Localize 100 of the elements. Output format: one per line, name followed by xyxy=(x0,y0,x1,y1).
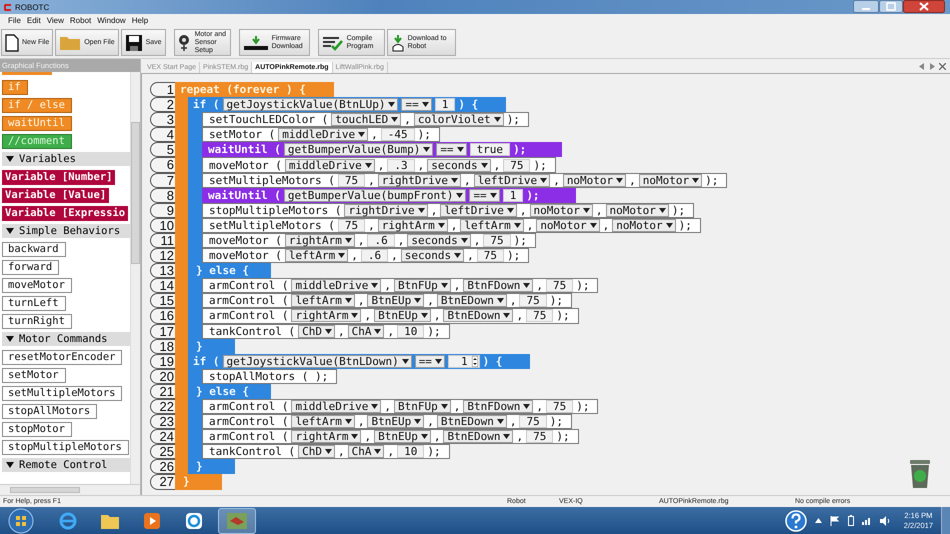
dropdown[interactable]: BtnFDown xyxy=(463,400,534,414)
number-field[interactable]: 75 xyxy=(338,174,366,187)
number-field[interactable]: 1 xyxy=(448,354,480,368)
menu-item[interactable]: Window xyxy=(97,16,126,25)
dropdown[interactable]: getBumperValue(bumpFront) xyxy=(284,188,466,202)
trash-can-icon[interactable] xyxy=(908,459,932,489)
dropdown[interactable]: middleDrive xyxy=(284,158,375,172)
scroll-left-icon[interactable] xyxy=(919,63,925,70)
dropdown[interactable]: rightArm xyxy=(291,430,362,444)
dropdown[interactable]: leftDrive xyxy=(474,174,550,187)
close-icon[interactable] xyxy=(939,63,946,70)
dropdown[interactable]: ChA xyxy=(348,445,384,458)
function-block[interactable]: stopMotor xyxy=(2,422,72,437)
menu-item[interactable]: File xyxy=(8,16,21,25)
caret-up-icon[interactable] xyxy=(814,518,822,523)
help-icon[interactable] xyxy=(784,510,807,532)
number-field[interactable]: 75 xyxy=(546,400,574,414)
speaker-icon[interactable] xyxy=(880,516,890,526)
function-block[interactable]: stopMultipleMotors xyxy=(2,440,129,455)
dropdown[interactable]: BtnEUp xyxy=(367,415,424,428)
start-button-icon[interactable] xyxy=(8,508,34,534)
category-header[interactable]: Variables xyxy=(2,152,130,166)
dropdown[interactable]: colorViolet xyxy=(414,113,504,126)
dropdown[interactable]: BtnEDown xyxy=(436,294,507,308)
number-field[interactable]: -45 xyxy=(380,128,415,142)
signal-bars-icon[interactable] xyxy=(862,516,872,525)
number-field[interactable]: 75 xyxy=(483,234,511,247)
function-block[interactable]: stopAllMotors xyxy=(2,404,98,419)
number-field[interactable]: 75 xyxy=(476,249,504,262)
dropdown[interactable]: == xyxy=(414,354,445,368)
number-field[interactable]: .3 xyxy=(387,158,415,172)
number-field[interactable]: 1 xyxy=(502,188,524,202)
menu-item[interactable]: Robot xyxy=(70,16,92,25)
dropdown[interactable]: BtnEUp xyxy=(367,294,424,308)
dropdown[interactable]: noMotor xyxy=(530,204,593,217)
function-block[interactable]: Variable [Expressio xyxy=(2,206,128,221)
number-field[interactable]: 75 xyxy=(519,294,547,308)
function-block[interactable]: Variable [Number] xyxy=(2,170,116,185)
function-block[interactable]: moveMotor xyxy=(2,278,72,293)
dropdown[interactable]: middleDrive xyxy=(291,279,382,292)
number-field[interactable]: 1 xyxy=(434,98,456,112)
dropdown[interactable]: noMotor xyxy=(606,204,669,217)
dropdown[interactable]: leftArm xyxy=(291,415,355,428)
menu-item[interactable]: Help xyxy=(132,16,148,25)
dropdown[interactable]: BtnFUp xyxy=(394,400,451,414)
dropdown[interactable]: rightArm xyxy=(291,309,362,322)
flag-icon[interactable] xyxy=(830,516,840,526)
category-header[interactable]: Remote Control xyxy=(2,458,130,472)
function-block[interactable]: turnLeft xyxy=(2,296,66,311)
dropdown[interactable]: noMotor xyxy=(536,218,600,232)
function-block[interactable]: setMultipleMotors xyxy=(2,386,122,401)
dropdown[interactable]: noMotor xyxy=(612,218,676,232)
scroll-right-icon[interactable] xyxy=(929,63,935,70)
menu-item[interactable]: View xyxy=(46,16,64,25)
function-block[interactable]: setMotor xyxy=(2,368,66,383)
number-field[interactable]: 75 xyxy=(526,309,554,322)
number-field[interactable]: 75 xyxy=(503,158,530,172)
number-field[interactable]: 75 xyxy=(338,218,366,232)
function-block[interactable]: turnRight xyxy=(2,314,72,329)
function-block[interactable]: Variable [Value] xyxy=(2,188,110,203)
dropdown[interactable]: BtnEDown xyxy=(443,309,514,322)
dropdown[interactable]: rightDrive xyxy=(344,204,428,217)
function-block[interactable]: resetMotorEncoder xyxy=(2,350,122,365)
function-block[interactable]: forward xyxy=(2,260,60,275)
dropdown[interactable]: == xyxy=(401,98,432,112)
dropdown[interactable]: ChA xyxy=(348,324,384,338)
dropdown[interactable]: rightArm xyxy=(284,234,355,247)
close-icon[interactable] xyxy=(903,0,945,13)
dropdown[interactable]: touchLED xyxy=(331,113,402,126)
category-header[interactable]: Simple Behaviors xyxy=(2,224,130,238)
category-header[interactable]: Motor Commands xyxy=(2,332,130,346)
dropdown[interactable]: ChD xyxy=(298,324,335,338)
number-field[interactable]: 10 xyxy=(397,324,424,338)
spinner-icon[interactable] xyxy=(472,356,478,367)
dropdown[interactable]: BtnEDown xyxy=(443,430,514,444)
dropdown[interactable]: getJoystickValue(BtnLDown) xyxy=(222,354,412,368)
dropdown[interactable]: noMotor xyxy=(562,174,626,187)
dropdown[interactable]: seconds xyxy=(400,249,464,262)
dropdown[interactable]: == xyxy=(469,188,500,202)
number-field[interactable]: 75 xyxy=(546,279,574,292)
maximize-icon[interactable] xyxy=(879,0,903,13)
number-field[interactable]: 75 xyxy=(519,415,547,428)
dropdown[interactable]: BtnFDown xyxy=(463,279,534,292)
dropdown[interactable]: rightDrive xyxy=(378,174,461,187)
dropdown[interactable]: seconds xyxy=(427,158,491,172)
dropdown[interactable]: BtnEDown xyxy=(436,415,507,428)
dropdown[interactable]: middleDrive xyxy=(291,400,382,414)
menu-item[interactable]: Edit xyxy=(26,16,41,25)
dropdown[interactable]: leftArm xyxy=(291,294,355,308)
vertical-scrollbar[interactable] xyxy=(130,72,140,484)
dropdown[interactable]: seconds xyxy=(407,234,471,247)
dropdown[interactable]: rightArm xyxy=(378,218,448,232)
number-field[interactable]: .6 xyxy=(367,234,395,247)
dropdown[interactable]: getBumperValue(Bump) xyxy=(284,143,434,156)
horizontal-scrollbar[interactable] xyxy=(0,484,140,495)
dropdown[interactable]: getJoystickValue(BtnLUp) xyxy=(222,98,398,112)
dropdown[interactable]: middleDrive xyxy=(278,128,368,142)
number-field[interactable]: 10 xyxy=(397,445,424,458)
battery-icon[interactable] xyxy=(848,515,854,526)
dropdown[interactable]: == xyxy=(436,143,467,156)
